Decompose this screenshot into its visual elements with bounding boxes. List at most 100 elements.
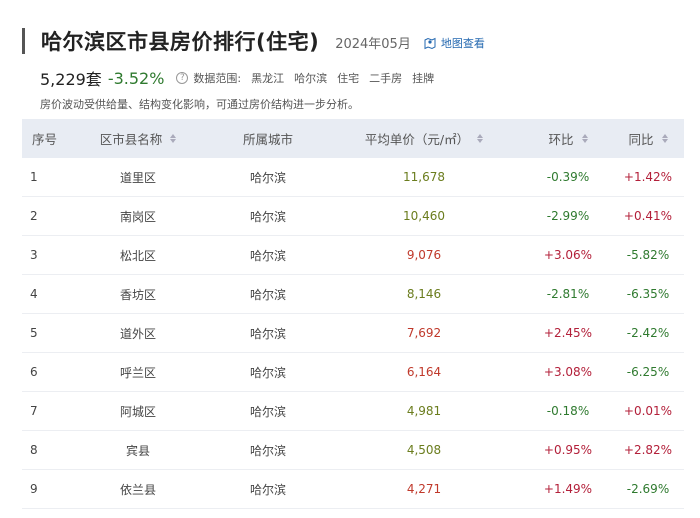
sort-icon[interactable] — [477, 134, 484, 143]
row-city-cell: 哈尔滨 — [212, 314, 324, 352]
row-district-name: 香坊区 — [119, 287, 156, 302]
row-mom-change-cell: +1.49% — [524, 470, 612, 508]
row-mom-change: +3.08% — [543, 365, 593, 379]
row-city: 哈尔滨 — [249, 404, 286, 419]
row-yoy-change: +1.42% — [623, 170, 673, 184]
row-index-cell: 6 — [22, 353, 64, 391]
column-yoy[interactable]: 同比 — [612, 119, 684, 158]
row-avg-price: 8,146 — [406, 287, 442, 301]
row-avg-price: 11,678 — [403, 170, 445, 184]
row-district-name: 呼兰区 — [119, 365, 156, 380]
row-city: 哈尔滨 — [249, 287, 286, 302]
row-index-cell: 4 — [22, 275, 64, 313]
row-mom-change: -0.18% — [546, 404, 590, 418]
table-row[interactable]: 7 阿城区 哈尔滨 4,981 -0.18% +0.01% — [22, 392, 684, 431]
title-accent-bar — [22, 28, 25, 54]
column-avg-price[interactable]: 平均单价（元/㎡） — [324, 119, 524, 158]
map-view-link[interactable]: 地图查看 — [423, 35, 485, 51]
row-district-name-cell: 道外区 — [64, 314, 212, 352]
row-district-name-cell: 阿城区 — [64, 392, 212, 430]
row-yoy-change-cell: -6.25% — [612, 353, 684, 391]
sort-icon[interactable] — [581, 134, 588, 143]
overall-change: -3.52% — [107, 68, 165, 88]
row-district-name-cell: 依兰县 — [64, 470, 212, 508]
row-avg-price-cell: 6,164 — [324, 353, 524, 391]
row-city-cell: 哈尔滨 — [212, 275, 324, 313]
row-index: 4 — [30, 287, 38, 301]
row-district-name: 南岗区 — [119, 209, 156, 224]
row-index: 5 — [30, 326, 38, 340]
range-city: 哈尔滨 — [294, 72, 328, 85]
help-icon[interactable]: ? — [176, 72, 189, 84]
row-mom-change-cell: +0.95% — [524, 431, 612, 469]
row-avg-price: 6,164 — [406, 365, 442, 379]
row-district-name: 依兰县 — [119, 482, 156, 497]
table-row[interactable]: 6 呼兰区 哈尔滨 6,164 +3.08% -6.25% — [22, 353, 684, 392]
row-city: 哈尔滨 — [249, 482, 286, 497]
range-province: 黑龙江 — [251, 72, 285, 85]
row-mom-change-cell: -0.39% — [524, 158, 612, 196]
row-district-name: 道外区 — [119, 326, 156, 341]
row-avg-price-cell: 4,508 — [324, 431, 524, 469]
table-row[interactable]: 5 道外区 哈尔滨 7,692 +2.45% -2.42% — [22, 314, 684, 353]
row-index-cell: 1 — [22, 158, 64, 196]
row-yoy-change-cell: -2.69% — [612, 470, 684, 508]
row-index-cell: 7 — [22, 392, 64, 430]
row-mom-change-cell: -2.81% — [524, 275, 612, 313]
row-avg-price-cell: 9,076 — [324, 236, 524, 274]
row-index: 6 — [30, 365, 38, 379]
column-district[interactable]: 区市县名称 — [64, 119, 212, 158]
row-avg-price-cell: 4,271 — [324, 470, 524, 508]
summary-stats: 5,229套 -3.52% ? 数据范围: 黑龙江 哈尔滨 住宅 二手房 挂牌 — [40, 66, 434, 90]
row-city-cell: 哈尔滨 — [212, 392, 324, 430]
table-row[interactable]: 9 依兰县 哈尔滨 4,271 +1.49% -2.69% — [22, 470, 684, 509]
table-row[interactable]: 3 松北区 哈尔滨 9,076 +3.06% -5.82% — [22, 236, 684, 275]
analysis-note: 房价波动受供给量、结构变化影响，可通过房价结构进一步分析。 — [40, 98, 359, 111]
row-city-cell: 哈尔滨 — [212, 470, 324, 508]
row-city: 哈尔滨 — [249, 170, 286, 185]
row-index: 9 — [30, 482, 38, 496]
row-avg-price: 4,508 — [406, 443, 442, 457]
map-pin-icon — [424, 37, 436, 49]
table-row[interactable]: 1 道里区 哈尔滨 11,678 -0.39% +1.42% — [22, 158, 684, 197]
row-index: 7 — [30, 404, 38, 418]
sort-icon[interactable] — [661, 134, 668, 143]
row-index-cell: 2 — [22, 197, 64, 235]
row-city: 哈尔滨 — [249, 209, 286, 224]
column-mom-label: 环比 — [548, 132, 574, 147]
row-mom-change-cell: +2.45% — [524, 314, 612, 352]
column-mom[interactable]: 环比 — [524, 119, 612, 158]
table-row[interactable]: 4 香坊区 哈尔滨 8,146 -2.81% -6.35% — [22, 275, 684, 314]
row-index: 2 — [30, 209, 38, 223]
row-district-name-cell: 呼兰区 — [64, 353, 212, 391]
column-yoy-label: 同比 — [628, 132, 654, 147]
row-mom-change: +1.49% — [543, 482, 593, 496]
row-mom-change-cell: +3.08% — [524, 353, 612, 391]
row-index: 1 — [30, 170, 38, 184]
row-yoy-change-cell: -2.42% — [612, 314, 684, 352]
table-row[interactable]: 2 南岗区 哈尔滨 10,460 -2.99% +0.41% — [22, 197, 684, 236]
row-city-cell: 哈尔滨 — [212, 431, 324, 469]
column-avg-price-label: 平均单价（元/㎡） — [364, 132, 470, 147]
row-district-name: 道里区 — [119, 170, 156, 185]
range-market: 二手房 — [369, 72, 403, 85]
sort-icon[interactable] — [170, 134, 177, 143]
row-district-name-cell: 南岗区 — [64, 197, 212, 235]
page-header: 哈尔滨区市县房价排行(住宅) 2024年05月 地图查看 — [22, 24, 485, 58]
row-index-cell: 8 — [22, 431, 64, 469]
report-date: 2024年05月 — [335, 37, 411, 52]
row-yoy-change-cell: -6.35% — [612, 275, 684, 313]
row-avg-price-cell: 7,692 — [324, 314, 524, 352]
column-index: 序号 — [22, 119, 64, 158]
row-avg-price: 9,076 — [406, 248, 442, 262]
row-index: 3 — [30, 248, 38, 262]
table-row[interactable]: 8 宾县 哈尔滨 4,508 +0.95% +2.82% — [22, 431, 684, 470]
row-yoy-change: +2.82% — [623, 443, 673, 457]
row-index: 8 — [30, 443, 38, 457]
row-yoy-change: +0.41% — [623, 209, 673, 223]
listing-count: 5,229套 — [40, 70, 102, 89]
row-index-cell: 5 — [22, 314, 64, 352]
row-mom-change: +0.95% — [543, 443, 593, 457]
row-city: 哈尔滨 — [249, 248, 286, 263]
row-yoy-change-cell: -5.82% — [612, 236, 684, 274]
